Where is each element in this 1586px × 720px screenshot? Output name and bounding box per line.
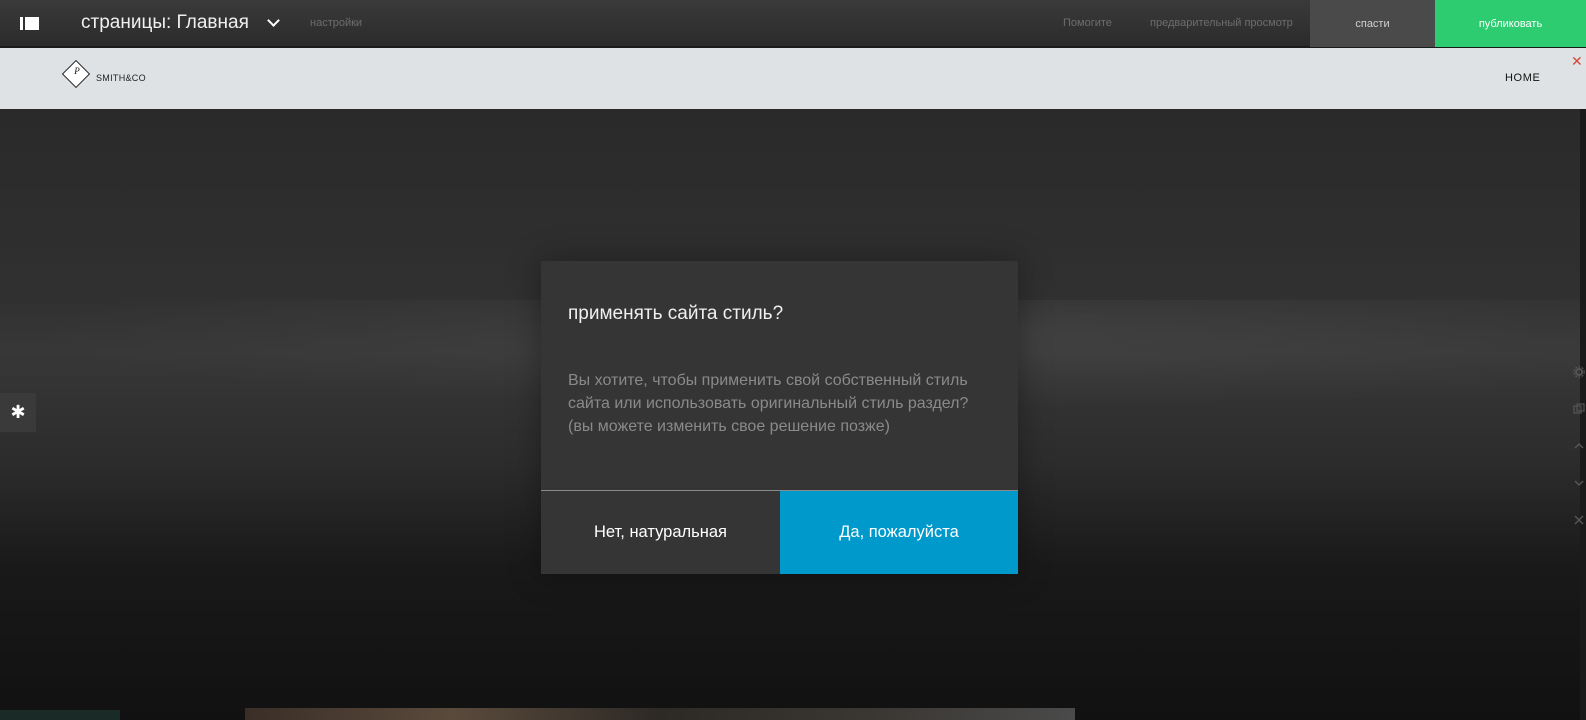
save-button[interactable]: спасти <box>1310 0 1435 47</box>
close-icon[interactable] <box>1572 514 1586 528</box>
section-settings-button[interactable]: ✱ <box>0 393 36 432</box>
dialog-title: применять сайта стиль? <box>568 303 784 324</box>
dialog-message: Вы хотите, чтобы применить свой собствен… <box>568 372 969 435</box>
close-icon[interactable]: ✕ <box>1571 53 1583 70</box>
preview-link[interactable]: предварительный просмотр <box>1150 17 1293 29</box>
sidebar-toggle-panel <box>25 17 39 30</box>
section-controls-rail <box>1572 366 1586 536</box>
next-section-preview <box>245 708 1075 720</box>
sidebar-toggle-bar <box>20 17 23 30</box>
page-selector-label: страницы: Главная <box>81 12 249 33</box>
chevron-down-icon[interactable] <box>1572 477 1586 491</box>
chevron-up-icon[interactable] <box>1572 440 1586 454</box>
sidebar-toggle-icon[interactable] <box>20 17 39 30</box>
chevron-down-icon <box>266 14 280 27</box>
keep-original-button[interactable]: Нет, натуральная <box>541 491 780 574</box>
settings-link[interactable]: настройки <box>310 17 362 29</box>
brand-name: SMITH&CO <box>96 73 146 83</box>
logo-letter: P <box>74 66 80 76</box>
site-header <box>0 48 1586 109</box>
editor-toolbar: страницы: Главная настройки Помогите пре… <box>0 0 1586 47</box>
apply-style-dialog: применять сайта стиль? Вы хотите, чтобы … <box>541 261 1018 574</box>
next-section-edge <box>0 710 120 720</box>
publish-button[interactable]: публиковать <box>1435 0 1586 47</box>
help-link[interactable]: Помогите <box>1063 17 1112 29</box>
nav-home-link[interactable]: HOME <box>1505 72 1540 84</box>
gear-icon[interactable] <box>1572 366 1586 380</box>
copy-icon[interactable] <box>1572 403 1586 417</box>
apply-site-style-button[interactable]: Да, пожалуйста <box>780 491 1018 574</box>
page-selector[interactable]: страницы: Главная <box>81 11 280 35</box>
gear-icon: ✱ <box>10 402 26 422</box>
